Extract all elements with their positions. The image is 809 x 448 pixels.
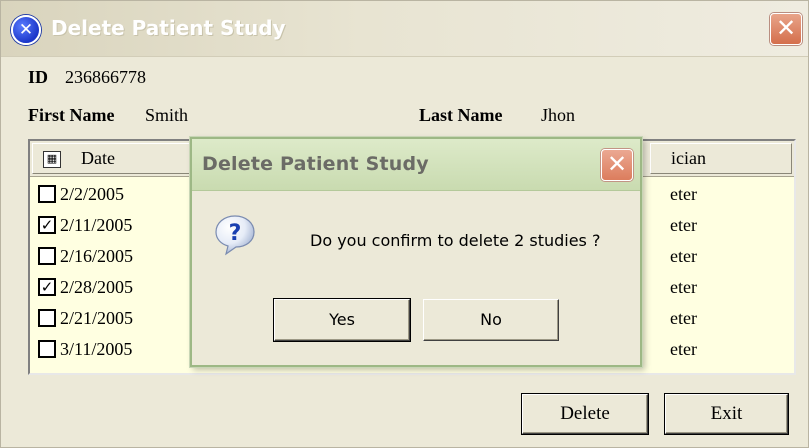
- row-physician: eter: [670, 339, 697, 359]
- window-close-button[interactable]: ✕: [770, 13, 802, 45]
- row-checkbox-checked[interactable]: ✓: [38, 277, 56, 296]
- column-header-physician[interactable]: ician: [650, 143, 792, 174]
- column-label-physician: ician: [671, 148, 706, 168]
- question-icon: ?: [215, 215, 255, 256]
- table-row[interactable]: 2/21/2005: [38, 303, 198, 334]
- row-physician: eter: [670, 308, 697, 328]
- row-checkbox[interactable]: [38, 184, 56, 203]
- id-value: 236866778: [65, 67, 146, 87]
- exit-button[interactable]: Exit: [665, 394, 788, 434]
- confirm-delete-dialog: Delete Patient Study ✕ ? Do you confirm …: [190, 137, 642, 367]
- last-name-value: Jhon: [541, 105, 576, 125]
- row-date: 2/16/2005: [60, 246, 134, 266]
- no-button[interactable]: No: [423, 299, 559, 341]
- first-name-value: Smith: [145, 105, 189, 125]
- table-row[interactable]: ✓ 2/28/2005: [38, 272, 198, 303]
- last-name-label: Last Name: [419, 105, 503, 125]
- dialog-message: Do you confirm to delete 2 studies ?: [310, 231, 601, 250]
- id-label: ID: [28, 67, 49, 87]
- column-header-date[interactable]: ▦ Date: [32, 143, 202, 174]
- row-date: 2/28/2005: [60, 277, 134, 297]
- table-row[interactable]: 2/16/2005: [38, 241, 198, 272]
- row-checkbox-checked[interactable]: ✓: [38, 215, 56, 234]
- svg-text:?: ?: [229, 221, 242, 246]
- row-date: 2/11/2005: [60, 215, 133, 235]
- table-row[interactable]: 2/2/2005: [38, 179, 198, 210]
- first-name-label: First Name: [28, 105, 115, 125]
- row-physician: eter: [670, 246, 697, 266]
- title-bar[interactable]: ✕ Delete Patient Study ✕: [1, 1, 808, 57]
- calendar-icon: ▦: [43, 151, 61, 168]
- row-date: 2/21/2005: [60, 308, 134, 328]
- delete-button[interactable]: Delete: [522, 394, 648, 434]
- window-title: Delete Patient Study: [51, 16, 286, 40]
- row-checkbox[interactable]: [38, 246, 56, 265]
- row-physician: eter: [670, 277, 697, 297]
- dialog-title: Delete Patient Study: [202, 153, 429, 175]
- row-checkbox[interactable]: [38, 308, 56, 327]
- table-row[interactable]: ✓ 2/11/2005: [38, 210, 198, 241]
- row-date: 3/11/2005: [60, 339, 133, 359]
- dialog-close-button[interactable]: ✕: [601, 149, 633, 181]
- column-label-date: Date: [81, 148, 115, 168]
- yes-button[interactable]: Yes: [274, 299, 410, 341]
- row-date: 2/2/2005: [60, 184, 125, 204]
- table-row[interactable]: 3/11/2005: [38, 334, 198, 365]
- delete-x-icon: ✕: [11, 15, 41, 45]
- dialog-title-bar[interactable]: Delete Patient Study ✕: [192, 139, 640, 191]
- row-checkbox[interactable]: [38, 339, 56, 358]
- row-physician: eter: [670, 215, 697, 235]
- row-physician: eter: [670, 184, 697, 204]
